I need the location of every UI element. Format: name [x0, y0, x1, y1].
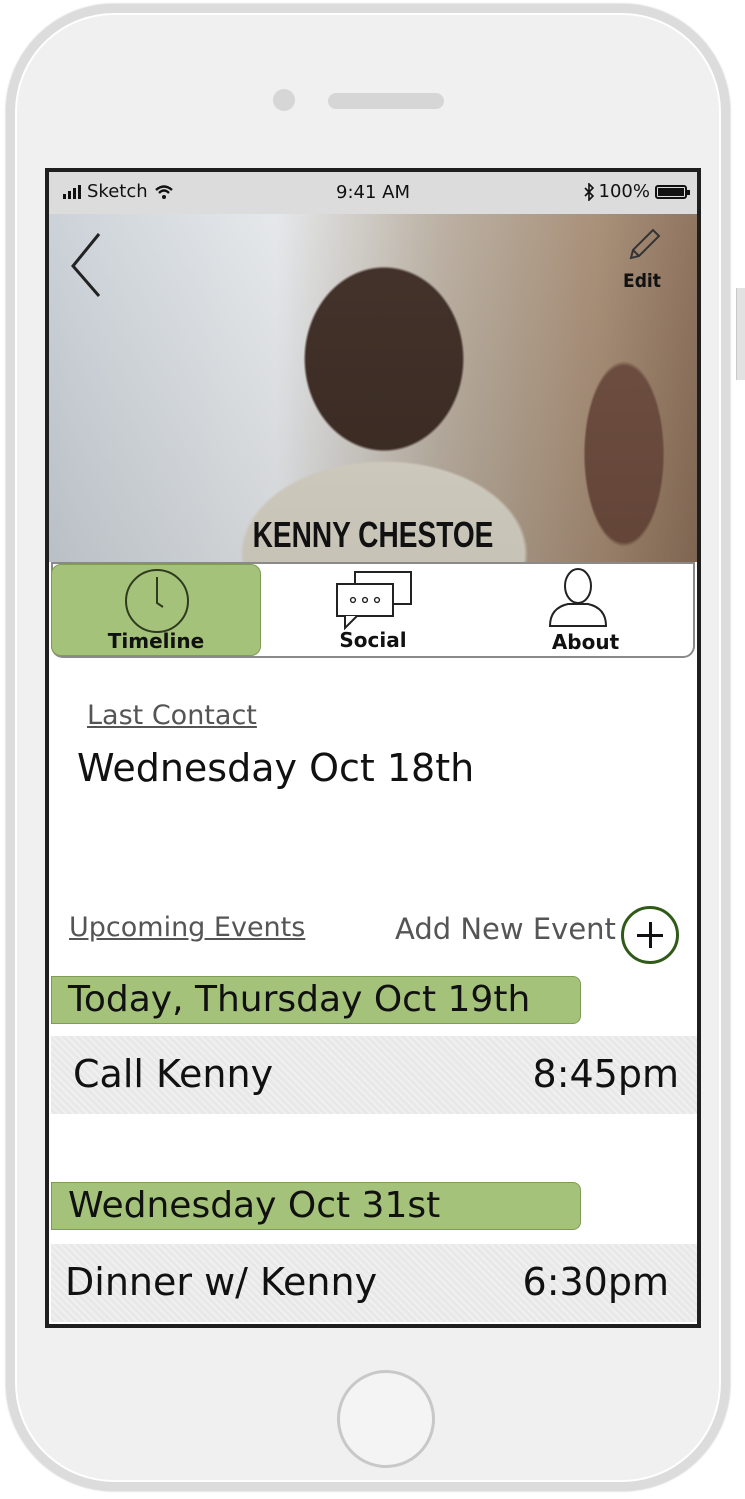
- event-day-header: Today, Thursday Oct 19th: [51, 976, 581, 1024]
- chat-bubbles-icon: [336, 571, 412, 631]
- event-time: 6:30pm: [522, 1260, 669, 1304]
- event-row[interactable]: Dinner w/ Kenny 6:30pm: [51, 1244, 697, 1322]
- last-contact-date: Wednesday Oct 18th: [77, 746, 475, 790]
- back-chevron-icon[interactable]: [67, 230, 107, 300]
- tab-timeline[interactable]: Timeline: [51, 564, 261, 656]
- last-contact-label: Last Contact: [87, 700, 257, 731]
- contact-name: KENNY CHESTOE: [252, 514, 494, 555]
- add-new-event-label[interactable]: Add New Event: [395, 912, 616, 946]
- tab-social[interactable]: Social: [268, 564, 478, 656]
- event-title: Call Kenny: [73, 1052, 274, 1096]
- front-camera: [273, 89, 295, 111]
- battery-icon: [655, 184, 690, 199]
- screen: Sketch 9:41 AM 100% Edit KENNY CHESTOE T…: [45, 168, 701, 1328]
- tab-label: Timeline: [107, 629, 205, 653]
- bluetooth-icon: [583, 182, 594, 201]
- add-event-button[interactable]: [621, 906, 679, 964]
- edit-label: Edit: [623, 270, 661, 292]
- battery-percent: 100%: [598, 181, 650, 202]
- tab-bar: Timeline Social About: [51, 562, 695, 658]
- tab-about[interactable]: About: [478, 564, 693, 656]
- clock-icon: [125, 569, 189, 633]
- earpiece-speaker: [328, 93, 444, 109]
- home-button[interactable]: [337, 1370, 435, 1468]
- tab-label: Social: [339, 628, 407, 652]
- upcoming-events-label[interactable]: Upcoming Events: [69, 912, 305, 943]
- edit-button[interactable]: Edit: [617, 224, 667, 294]
- status-bar: Sketch 9:41 AM 100%: [49, 172, 697, 214]
- event-time: 8:45pm: [532, 1052, 679, 1096]
- person-icon: [548, 568, 608, 627]
- tab-label: About: [551, 630, 620, 654]
- event-title: Dinner w/ Kenny: [65, 1260, 378, 1304]
- status-right: 100%: [583, 181, 690, 202]
- pencil-icon: [629, 228, 661, 260]
- event-row[interactable]: Call Kenny 8:45pm: [51, 1036, 697, 1114]
- profile-photo: Edit KENNY CHESTOE: [49, 214, 697, 562]
- side-button: [736, 288, 745, 380]
- event-day-header: Wednesday Oct 31st: [51, 1182, 581, 1230]
